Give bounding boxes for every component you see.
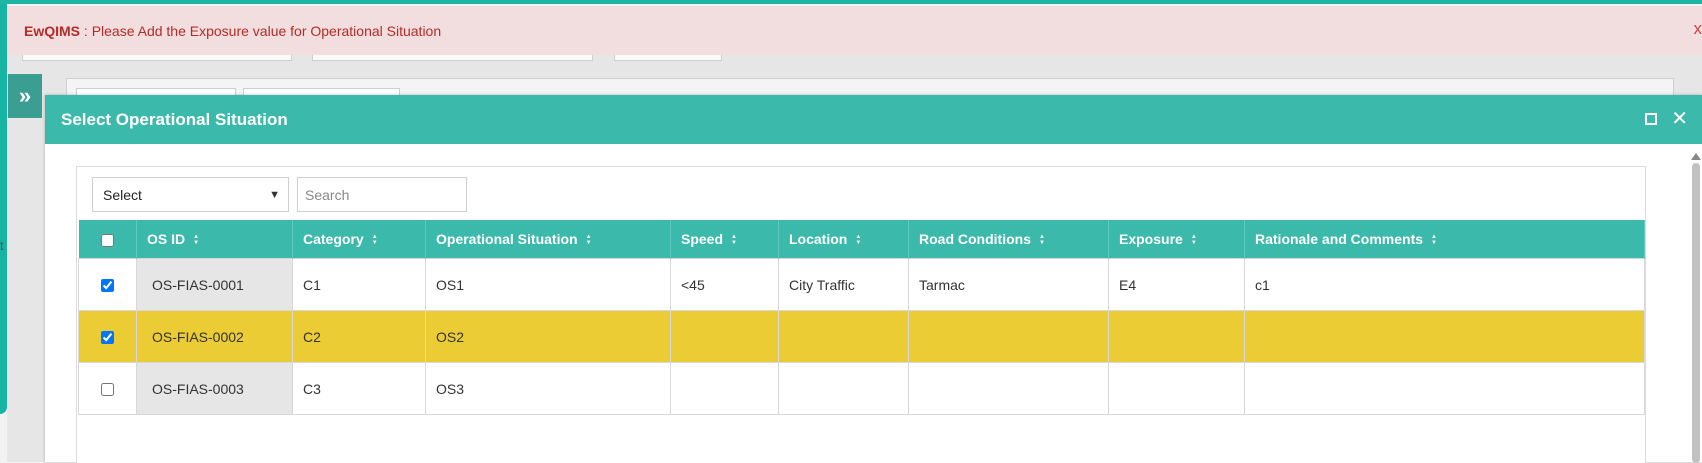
table-card: Select ▼ OS ID▲▼Category▲▼Operational Si…: [76, 166, 1646, 463]
vertical-scrollbar[interactable]: [1690, 153, 1702, 462]
table-cell: OS2: [426, 311, 671, 363]
column-header-road-conditions[interactable]: Road Conditions ▲▼: [909, 220, 1109, 259]
table-row[interactable]: OS-FIAS-0001C1OS1<45City TrafficTarmacE4…: [79, 259, 1645, 311]
column-header-operational-situation[interactable]: Operational Situation ▲▼: [426, 220, 671, 259]
alert-banner: EwQIMS : Please Add the Exposure value f…: [7, 6, 1702, 55]
table-cell: [671, 363, 779, 415]
select-operational-situation-modal: Select Operational Situation ✕ Select ▼: [45, 95, 1702, 462]
table-cell: C3: [293, 363, 426, 415]
table-cell: City Traffic: [779, 259, 909, 311]
alert-message: Please Add the Exposure value for Operat…: [92, 23, 441, 39]
sort-icon[interactable]: ▲▼: [1431, 234, 1437, 246]
sort-icon[interactable]: ▲▼: [1191, 234, 1197, 246]
filter-select-value: Select: [103, 187, 142, 203]
sort-icon[interactable]: ▲▼: [193, 234, 199, 246]
sort-icon[interactable]: ▲▼: [372, 234, 378, 246]
alert-close-button[interactable]: x: [1694, 19, 1702, 39]
row-checkbox-cell: [79, 259, 137, 311]
operational-situation-table: OS ID ▲▼ Category ▲▼ Operational Situation ▲▼…: [78, 220, 1645, 415]
table-cell: E4: [1109, 259, 1245, 311]
column-header-os-id[interactable]: OS ID ▲▼: [137, 220, 293, 259]
search-input[interactable]: [297, 177, 467, 212]
top-accent-line: [0, 0, 1702, 4]
sort-icon[interactable]: ▲▼: [586, 234, 592, 246]
alert-separator: :: [80, 23, 92, 39]
table-cell: OS-FIAS-0002: [137, 311, 293, 363]
table-cell: OS-FIAS-0001: [137, 259, 293, 311]
row-checkbox-cell: [79, 311, 137, 363]
column-header-label: Road Conditions: [919, 231, 1031, 247]
table-cell: Tarmac: [909, 259, 1109, 311]
sort-icon[interactable]: ▲▼: [855, 234, 861, 246]
scroll-up-arrow-icon[interactable]: [1691, 153, 1701, 160]
column-header-label: Operational Situation: [436, 231, 578, 247]
background-edge-text: t: [0, 238, 4, 253]
table-cell: [909, 311, 1109, 363]
table-cell: C1: [293, 259, 426, 311]
row-checkbox[interactable]: [101, 383, 114, 396]
chevron-down-icon: ▼: [269, 189, 280, 201]
table-header-row: OS ID ▲▼ Category ▲▼ Operational Situation ▲▼…: [79, 220, 1645, 259]
table-cell: c1: [1245, 259, 1645, 311]
sidebar-toggle-button[interactable]: »: [8, 74, 42, 118]
table-cell: [1109, 363, 1245, 415]
row-checkbox[interactable]: [101, 331, 114, 344]
table-cell: [671, 311, 779, 363]
table-row[interactable]: OS-FIAS-0003C3OS3: [79, 363, 1645, 415]
table-cell: C2: [293, 311, 426, 363]
column-header-exposure[interactable]: Exposure ▲▼: [1109, 220, 1245, 259]
table-cell: OS3: [426, 363, 671, 415]
table-toolbar: Select ▼: [92, 177, 467, 212]
table-row[interactable]: OS-FIAS-0002C2OS2: [79, 311, 1645, 363]
column-header-speed[interactable]: Speed ▲▼: [671, 220, 779, 259]
table-cell: [1245, 311, 1645, 363]
column-header-label: Category: [303, 231, 364, 247]
column-header-label: Rationale and Comments: [1255, 231, 1423, 247]
table-cell: <45: [671, 259, 779, 311]
row-checkbox-cell: [79, 363, 137, 415]
column-header-label: Speed: [681, 231, 723, 247]
alert-app-name: EwQIMS: [24, 23, 80, 39]
column-header-label: Location: [789, 231, 847, 247]
modal-title: Select Operational Situation: [45, 110, 288, 130]
column-header-rationale-and-comments[interactable]: Rationale and Comments ▲▼: [1245, 220, 1645, 259]
sort-icon[interactable]: ▲▼: [1039, 234, 1045, 246]
column-header-label: Exposure: [1119, 231, 1183, 247]
column-header-location[interactable]: Location ▲▼: [779, 220, 909, 259]
close-icon[interactable]: ✕: [1671, 109, 1688, 129]
table-cell: OS-FIAS-0003: [137, 363, 293, 415]
select-all-cell: [79, 220, 137, 259]
filter-select[interactable]: Select ▼: [92, 177, 289, 212]
maximize-icon[interactable]: [1645, 113, 1657, 125]
row-checkbox[interactable]: [101, 279, 114, 292]
column-header-category[interactable]: Category ▲▼: [293, 220, 426, 259]
column-header-label: OS ID: [147, 231, 185, 247]
left-edge-panel: [0, 4, 7, 414]
table-cell: [1109, 311, 1245, 363]
table-cell: [779, 363, 909, 415]
select-all-checkbox[interactable]: [101, 234, 114, 247]
table-cell: [1245, 363, 1645, 415]
table-cell: OS1: [426, 259, 671, 311]
modal-header: Select Operational Situation ✕: [45, 95, 1702, 144]
table-cell: [779, 311, 909, 363]
sort-icon[interactable]: ▲▼: [731, 234, 737, 246]
scrollbar-thumb[interactable]: [1692, 163, 1700, 463]
table-cell: [909, 363, 1109, 415]
